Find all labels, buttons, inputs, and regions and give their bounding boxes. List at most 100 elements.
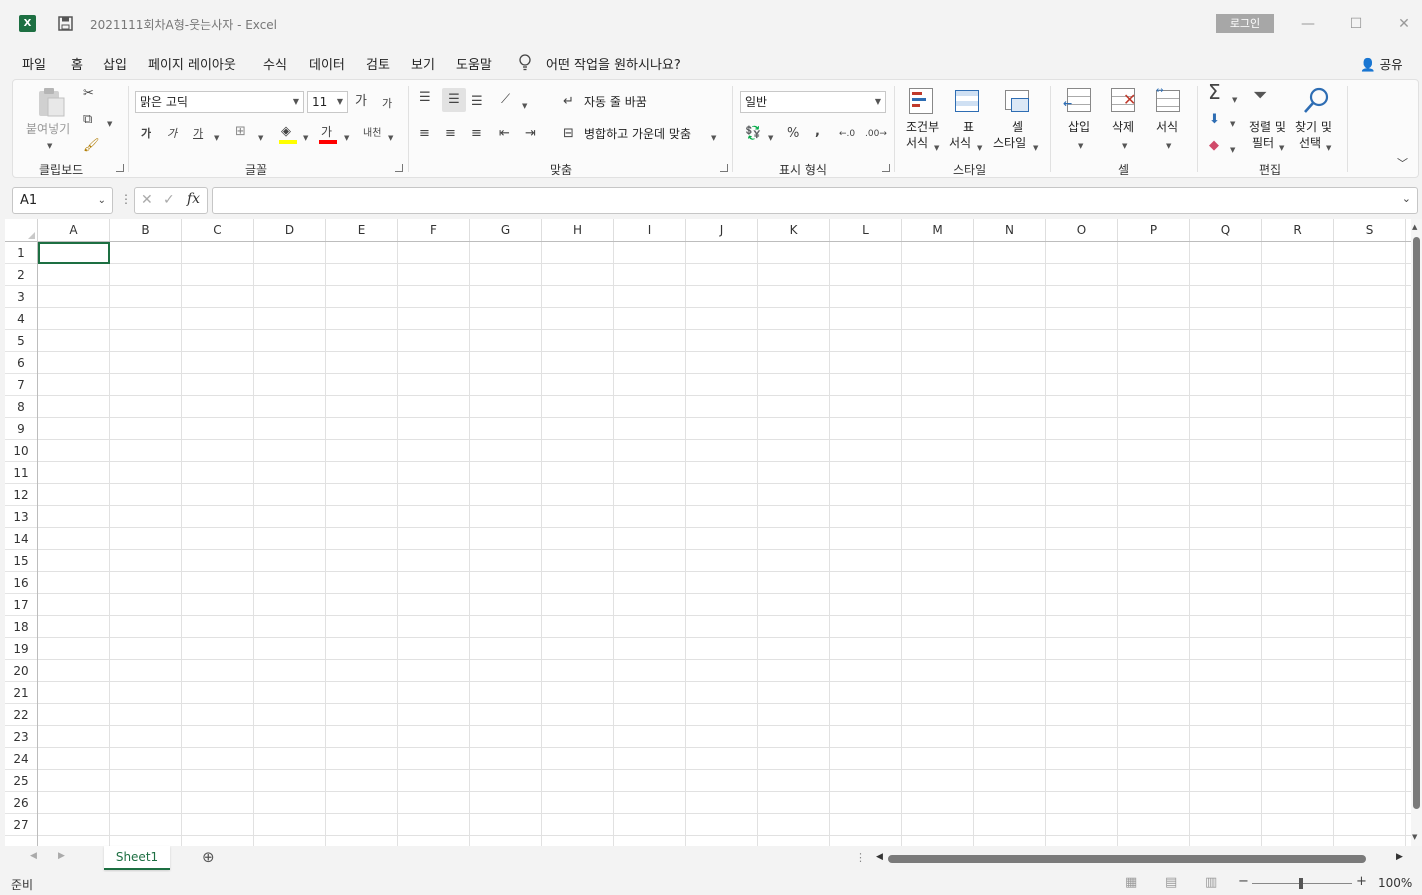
sort-filter-chevron-icon[interactable]: ▼ (1279, 140, 1284, 156)
cell-area[interactable] (38, 242, 1411, 846)
zoom-level[interactable]: 100% (1378, 876, 1412, 890)
sort-filter-icon[interactable]: ⏷ (1253, 87, 1267, 105)
fill-chevron-icon[interactable]: ▼ (1230, 116, 1235, 132)
scroll-down-icon[interactable]: ▼ (1412, 833, 1417, 841)
expand-formula-icon[interactable]: ⌄ (1402, 192, 1411, 205)
cancel-icon[interactable]: ✕ (141, 192, 153, 208)
column-header[interactable]: Q (1190, 219, 1262, 241)
tab-view[interactable]: 보기 (411, 54, 435, 73)
row-header[interactable]: 18 (5, 616, 37, 638)
tab-review[interactable]: 검토 (366, 54, 390, 73)
tell-me-box[interactable]: 어떤 작업을 원하시나요? (546, 54, 681, 73)
copy-chevron-icon[interactable]: ▼ (107, 116, 112, 132)
row-header[interactable]: 19 (5, 638, 37, 660)
column-header[interactable]: F (398, 219, 470, 241)
column-header[interactable]: D (254, 219, 326, 241)
row-header[interactable]: 2 (5, 264, 37, 286)
tab-data[interactable]: 데이터 (309, 54, 345, 73)
row-header[interactable]: 25 (5, 770, 37, 792)
clipboard-launcher-icon[interactable] (116, 164, 124, 172)
copy-icon[interactable]: ⧉ (83, 112, 92, 128)
align-middle-icon[interactable]: ☰ (442, 88, 466, 112)
column-header[interactable]: E (326, 219, 398, 241)
clear-chevron-icon[interactable]: ▼ (1230, 142, 1235, 158)
insert-cells-chevron-icon[interactable]: ▼ (1078, 138, 1083, 154)
cell-styles-chevron-icon[interactable]: ▼ (1033, 140, 1038, 156)
tab-help[interactable]: 도움말 (456, 54, 492, 73)
alignment-launcher-icon[interactable] (720, 164, 728, 172)
row-header[interactable]: 1 (5, 242, 37, 264)
column-header[interactable]: M (902, 219, 974, 241)
row-header[interactable]: 27 (5, 814, 37, 836)
more-icon[interactable]: ⋮ (120, 192, 132, 206)
currency-icon[interactable]: 💱 (745, 126, 761, 142)
increase-indent-icon[interactable]: ⇥ (525, 126, 536, 142)
column-header[interactable]: L (830, 219, 902, 241)
column-header[interactable]: J (686, 219, 758, 241)
row-header[interactable]: 6 (5, 352, 37, 374)
number-launcher-icon[interactable] (882, 164, 890, 172)
currency-chevron-icon[interactable]: ▼ (768, 130, 773, 146)
column-header[interactable]: K (758, 219, 830, 241)
column-header[interactable]: O (1046, 219, 1118, 241)
paste-chevron-icon[interactable]: ▼ (47, 138, 52, 154)
maximize-button[interactable]: ☐ (1342, 10, 1370, 38)
format-painter-icon[interactable]: 🖌 (83, 138, 100, 154)
row-header[interactable]: 3 (5, 286, 37, 308)
vertical-scroll-thumb[interactable] (1413, 237, 1420, 809)
column-header[interactable]: G (470, 219, 542, 241)
column-header[interactable]: B (110, 219, 182, 241)
conditional-format-icon[interactable] (907, 86, 939, 118)
row-header[interactable]: 23 (5, 726, 37, 748)
autosum-icon[interactable]: Σ (1208, 82, 1221, 102)
increase-decimal-icon[interactable]: ←.0 (839, 126, 855, 142)
fill-color-chevron-icon[interactable]: ▼ (303, 130, 308, 146)
row-header[interactable]: 16 (5, 572, 37, 594)
name-box[interactable]: A1 ⌄ (12, 187, 113, 214)
autosum-chevron-icon[interactable]: ▼ (1232, 92, 1237, 108)
delete-cells-chevron-icon[interactable]: ▼ (1122, 138, 1127, 154)
row-header[interactable]: 7 (5, 374, 37, 396)
column-header[interactable]: A (38, 219, 110, 241)
close-button[interactable]: ✕ (1390, 10, 1418, 38)
add-sheet-button[interactable]: ⊕ (202, 848, 215, 866)
active-cell-a1[interactable] (38, 242, 110, 264)
enter-icon[interactable]: ✓ (163, 192, 175, 208)
select-all-button[interactable] (5, 219, 38, 242)
share-button[interactable]: 👤 공유 (1360, 54, 1403, 73)
conditional-format-chevron-icon[interactable]: ▼ (934, 140, 939, 156)
orientation-chevron-icon[interactable]: ▼ (522, 98, 527, 114)
fill-color-button[interactable]: ◈ (279, 124, 297, 144)
wrap-text-button[interactable]: 자동 줄 바꿈 (584, 95, 647, 110)
scroll-right-icon[interactable]: ▶ (1396, 852, 1403, 862)
comma-button[interactable]: , (815, 124, 820, 140)
collapse-ribbon-icon[interactable]: ﹀ (1397, 156, 1408, 172)
sheet-tab-sheet1[interactable]: Sheet1 (104, 846, 170, 870)
orientation-icon[interactable]: ⟋ (501, 92, 510, 108)
percent-button[interactable]: % (787, 126, 799, 142)
border-chevron-icon[interactable]: ▼ (258, 130, 263, 146)
horizontal-scroll-thumb[interactable] (888, 855, 1366, 863)
tab-insert[interactable]: 삽입 (103, 54, 127, 73)
merge-chevron-icon[interactable]: ▼ (711, 130, 716, 146)
page-break-view-icon[interactable]: ▥ (1205, 875, 1217, 890)
align-left-icon[interactable]: ≡ (419, 126, 430, 142)
page-layout-view-icon[interactable]: ▤ (1165, 875, 1177, 890)
border-icon[interactable]: ⊞ (235, 124, 246, 140)
delete-cells-icon[interactable]: ✕ (1109, 86, 1141, 116)
row-header[interactable]: 14 (5, 528, 37, 550)
merge-center-button[interactable]: 병합하고 가운데 맞춤 (584, 127, 691, 142)
decrease-decimal-icon[interactable]: .00→ (865, 126, 887, 142)
tab-home[interactable]: 홈 (71, 54, 83, 73)
bold-button[interactable]: 가 (141, 126, 151, 142)
minimize-button[interactable]: — (1294, 10, 1322, 38)
font-launcher-icon[interactable] (395, 164, 403, 172)
vertical-scrollbar[interactable]: ▲ ▼ (1411, 219, 1422, 846)
column-header[interactable]: R (1262, 219, 1334, 241)
align-right-icon[interactable]: ≡ (471, 126, 482, 142)
column-header[interactable]: I (614, 219, 686, 241)
row-header[interactable]: 11 (5, 462, 37, 484)
clear-icon[interactable]: ◆ (1209, 138, 1219, 154)
column-header[interactable]: N (974, 219, 1046, 241)
shrink-font-icon[interactable]: 가 (382, 96, 392, 112)
